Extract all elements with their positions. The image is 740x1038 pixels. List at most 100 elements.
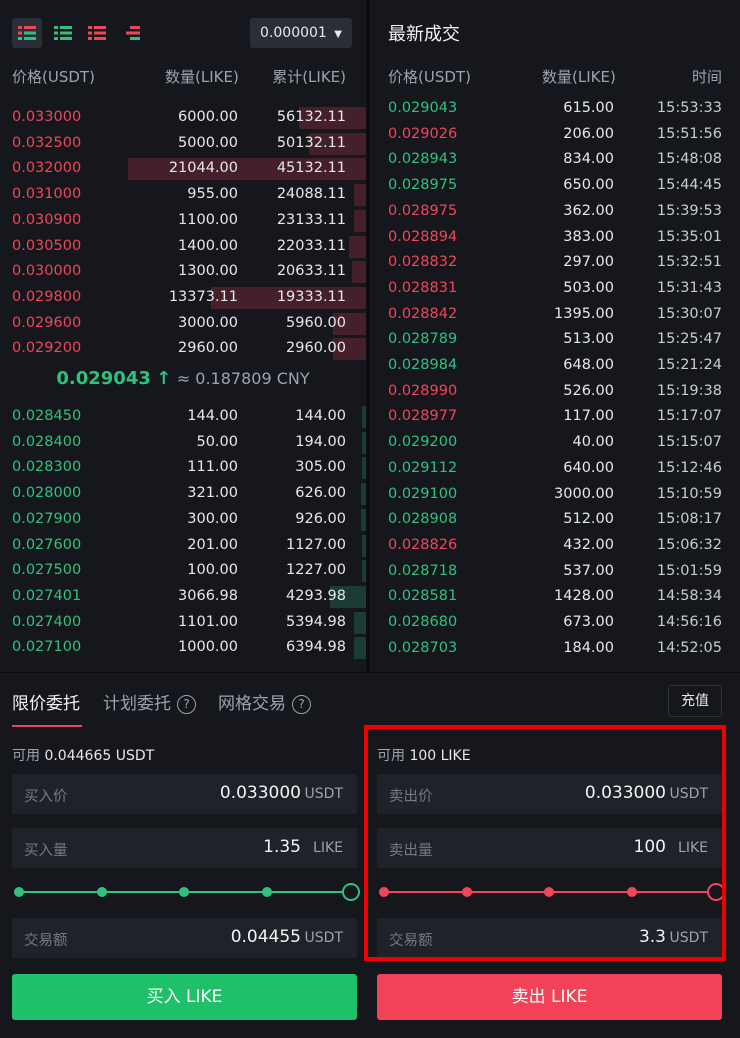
trade-row[interactable]: 0.028842 1395.00 15:30:07: [370, 302, 740, 328]
slider-step-dot[interactable]: [96, 887, 107, 897]
buy-amount-input[interactable]: 1.35: [263, 837, 301, 857]
deposit-button[interactable]: 充值: [668, 685, 722, 717]
tab-grid-trading-label: 网格交易: [218, 694, 286, 714]
ask-total: 2960.00: [286, 340, 346, 357]
orderbook-row[interactable]: 0.028400 50.00 194.00: [0, 430, 366, 456]
trade-row[interactable]: 0.028943 834.00 15:48:08: [370, 147, 740, 173]
orderbook-row[interactable]: 0.028300 111.00 305.00: [0, 455, 366, 481]
orderbook-row[interactable]: 0.031000 955.00 24088.11: [0, 182, 366, 208]
trade-price: 0.028718: [388, 562, 458, 579]
trade-price: 0.028703: [388, 639, 458, 656]
trade-row[interactable]: 0.028975 362.00 15:39:53: [370, 199, 740, 225]
orderbook-row[interactable]: 0.028450 144.00 144.00: [0, 404, 366, 430]
orderbook-row[interactable]: 0.027600 201.00 1127.00: [0, 533, 366, 559]
help-icon[interactable]: ?: [177, 695, 196, 714]
ask-amount: 1300.00: [178, 263, 238, 280]
sell-form-highlight: [364, 725, 726, 961]
trade-row[interactable]: 0.028581 1428.00 14:58:34: [370, 584, 740, 610]
trade-row[interactable]: 0.029200 40.00 15:15:07: [370, 430, 740, 456]
orderbook-row[interactable]: 0.030500 1400.00 22033.11: [0, 234, 366, 260]
trade-row[interactable]: 0.029026 206.00 15:51:56: [370, 122, 740, 148]
sell-button[interactable]: 卖出 LIKE: [377, 974, 722, 1020]
view-bids-icon[interactable]: [48, 18, 78, 48]
bid-amount: 100.00: [187, 562, 238, 579]
orderbook-row[interactable]: 0.029200 2960.00 2960.00: [0, 336, 366, 362]
bid-amount: 1000.00: [178, 639, 238, 656]
buy-amount-field[interactable]: 买入量 1.35 LIKE: [12, 828, 357, 868]
trade-amount: 383.00: [563, 228, 614, 245]
slider-step-dot[interactable]: [261, 887, 272, 897]
trade-time: 14:52:05: [656, 639, 722, 656]
trade-row[interactable]: 0.028831 503.00 15:31:43: [370, 276, 740, 302]
view-depth-icon[interactable]: [116, 18, 146, 48]
buy-amount-slider[interactable]: [14, 882, 360, 902]
trade-price: 0.028789: [388, 331, 458, 348]
ask-price: 0.029800: [12, 288, 82, 305]
active-tab-underline: [12, 725, 82, 727]
bid-amount: 144.00: [187, 408, 238, 424]
buy-price-field[interactable]: 买入价 0.033000 USDT: [12, 774, 357, 814]
trade-time: 15:25:47: [656, 331, 722, 348]
trade-time: 15:15:07: [656, 434, 722, 451]
trade-row[interactable]: 0.028894 383.00 15:35:01: [370, 225, 740, 251]
orderbook-row[interactable]: 0.032500 5000.00 50132.11: [0, 131, 366, 157]
orderbook-row[interactable]: 0.027500 100.00 1227.00: [0, 558, 366, 584]
bid-price: 0.027100: [12, 639, 82, 656]
tab-limit-order[interactable]: 限价委托: [12, 689, 80, 714]
view-asks-icon[interactable]: [82, 18, 112, 48]
buy-available-value: 0.044665 USDT: [44, 748, 155, 764]
trade-amount: 432.00: [563, 536, 614, 553]
ask-total: 56132.11: [276, 109, 346, 125]
buy-price-input[interactable]: 0.033000: [220, 783, 301, 803]
trade-row[interactable]: 0.028680 673.00 14:56:16: [370, 610, 740, 636]
orderbook-row[interactable]: 0.030900 1100.00 23133.11: [0, 208, 366, 234]
bid-total: 5394.98: [286, 613, 346, 630]
trade-row[interactable]: 0.028977 117.00 15:17:07: [370, 404, 740, 430]
trade-row[interactable]: 0.028908 512.00 15:08:17: [370, 507, 740, 533]
trade-row[interactable]: 0.028975 650.00 15:44:45: [370, 173, 740, 199]
tab-plan-order[interactable]: 计划委托?: [103, 689, 196, 714]
orderbook-row[interactable]: 0.029600 3000.00 5960.00: [0, 311, 366, 337]
trade-row[interactable]: 0.028984 648.00 15:21:24: [370, 353, 740, 379]
bid-amount: 3066.98: [178, 587, 238, 604]
trade-amount: 503.00: [563, 279, 614, 296]
orderbook-row[interactable]: 0.027900 300.00 926.00: [0, 507, 366, 533]
trade-amount: 513.00: [563, 331, 614, 348]
slider-handle[interactable]: [342, 883, 360, 901]
ask-total: 19333.11: [276, 288, 346, 305]
orderbook-row[interactable]: 0.033000 6000.00 56132.11: [0, 105, 366, 131]
orderbook-row[interactable]: 0.032000 21044.00 45132.11: [0, 156, 366, 182]
orderbook-row[interactable]: 0.029800 13373.11 19333.11: [0, 285, 366, 311]
orderbook-row[interactable]: 0.027400 1101.00 5394.98: [0, 610, 366, 636]
trade-row[interactable]: 0.029112 640.00 15:12:46: [370, 456, 740, 482]
trade-row[interactable]: 0.029100 3000.00 15:10:59: [370, 482, 740, 508]
ask-total: 45132.11: [276, 160, 346, 177]
trade-row[interactable]: 0.028703 184.00 14:52:05: [370, 636, 740, 662]
orderbook-row[interactable]: 0.027100 1000.00 6394.98: [0, 635, 366, 661]
trade-amount: 297.00: [563, 254, 614, 271]
trade-row[interactable]: 0.028990 526.00 15:19:38: [370, 379, 740, 405]
trade-row[interactable]: 0.028789 513.00 15:25:47: [370, 327, 740, 353]
orderbook-row[interactable]: 0.028000 321.00 626.00: [0, 481, 366, 507]
trade-row[interactable]: 0.028718 537.00 15:01:59: [370, 559, 740, 585]
slider-step-dot[interactable]: [14, 887, 24, 897]
bid-amount: 1101.00: [178, 613, 238, 630]
help-icon[interactable]: ?: [292, 695, 311, 714]
bid-total: 6394.98: [286, 639, 346, 656]
orderbook-row[interactable]: 0.027401 3066.98 4293.98: [0, 584, 366, 610]
precision-dropdown[interactable]: 0.000001 ▼: [250, 18, 352, 48]
trade-row[interactable]: 0.029043 615.00 15:53:33: [370, 96, 740, 122]
tab-grid-trading[interactable]: 网格交易?: [218, 689, 311, 714]
trade-row[interactable]: 0.028832 297.00 15:32:51: [370, 250, 740, 276]
orderbook-row[interactable]: 0.030000 1300.00 20633.11: [0, 259, 366, 285]
cny-price: ≈ 0.187809 CNY: [176, 369, 310, 388]
trade-amount: 3000.00: [554, 485, 614, 502]
view-both-icon[interactable]: [12, 18, 42, 48]
trade-amount: 206.00: [563, 125, 614, 142]
slider-step-dot[interactable]: [179, 887, 189, 897]
buy-total-input[interactable]: 0.04455: [231, 927, 301, 947]
trade-row[interactable]: 0.028826 432.00 15:06:32: [370, 533, 740, 559]
buy-button[interactable]: 买入 LIKE: [12, 974, 357, 1020]
buy-total-field[interactable]: 交易额 0.04455 USDT: [12, 918, 357, 958]
ask-price: 0.032000: [12, 160, 82, 177]
